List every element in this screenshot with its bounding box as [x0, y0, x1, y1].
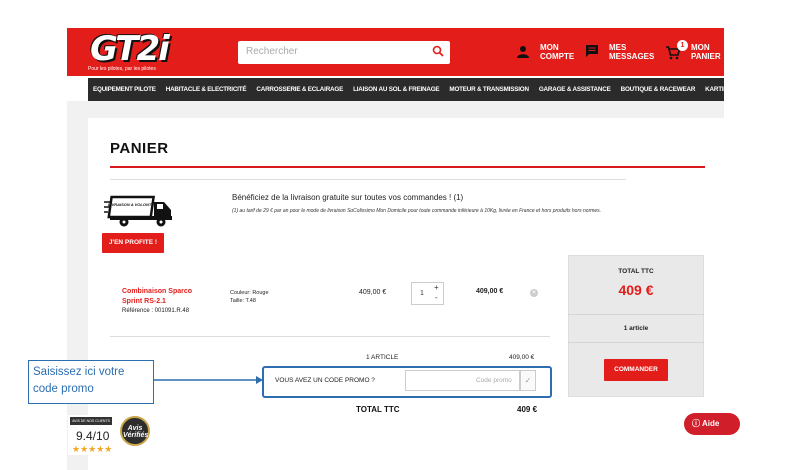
nav-item-garage[interactable]: GARAGE & ASSISTANCE — [534, 86, 616, 93]
promo-apply-button[interactable]: ✓ — [520, 370, 536, 391]
quantity-stepper[interactable] — [411, 282, 444, 305]
account-link[interactable]: MON COMPTE — [540, 43, 574, 61]
promo-code-placeholder: Code promo — [476, 377, 512, 384]
message-icon[interactable] — [585, 44, 599, 58]
verified-seal-text: Avis Vérifiés — [123, 425, 149, 439]
free-delivery-note: (1) au tarif de 29 € par an pour le mode… — [232, 208, 602, 214]
callout-arrow-icon — [154, 376, 263, 384]
summary-total-value: 409 € — [618, 282, 654, 298]
site-logo[interactable]: GT2i — [90, 29, 170, 69]
nav-item-karting[interactable]: KARTING — [700, 86, 737, 93]
reviews-stars: ★★★★★ — [72, 444, 113, 454]
truck-label: LIVRAISON A VOLONTÉ — [108, 202, 154, 207]
title-underline — [110, 166, 705, 168]
nav-item-carrosserie[interactable]: CARROSSERIE & ECLAIRAGE — [251, 86, 348, 93]
product-name-link[interactable]: Combinaison Sparco Sprint RS-2.1 — [122, 287, 212, 307]
search-placeholder: Rechercher — [246, 46, 298, 57]
remove-item-icon[interactable]: ✕ — [530, 289, 538, 297]
cart-link[interactable]: MON PANIER — [691, 43, 721, 61]
nav-item-moteur[interactable]: MOTEUR & TRANSMISSION — [444, 86, 533, 93]
product-attributes: Couleur: Rouge Taille: T.48 — [230, 289, 269, 305]
product-unit-price: 409,00 € — [359, 289, 387, 296]
cart-label-1: MON — [691, 43, 710, 52]
articles-label: 1 ARTICLE — [366, 354, 399, 361]
grand-total-value: 409 € — [517, 405, 538, 414]
page-title: PANIER — [110, 140, 169, 157]
divider — [110, 336, 550, 337]
main-nav: EQUIPEMENT PILOTE HABITACLE & ELECTRICIT… — [88, 78, 733, 101]
grand-total-label: TOTAL TTC — [356, 405, 400, 414]
checkout-button[interactable]: COMMANDER — [604, 359, 668, 381]
messages-label-2: MESSAGES — [609, 52, 655, 61]
summary-article-count: 1 article — [623, 325, 649, 332]
subscribe-delivery-button[interactable]: J'EN PROFITE ! — [102, 233, 164, 253]
free-delivery-title: Bénéficiez de la livraison gratuite sur … — [232, 193, 464, 202]
help-icon: ⓘ — [692, 419, 702, 428]
nav-item-liaison[interactable]: LIAISON AU SOL & FREINAGE — [348, 86, 444, 93]
help-label: Aide — [701, 419, 720, 428]
quantity-decrease-button[interactable]: - — [435, 293, 438, 302]
reviews-score: 9.4/10 — [76, 429, 110, 443]
account-label-2: COMPTE — [540, 52, 575, 61]
nav-item-boutique[interactable]: BOUTIQUE & RACEWEAR — [616, 86, 701, 93]
annotation-callout: Saisissez ici votre code promo — [28, 360, 154, 404]
summary-divider — [568, 342, 704, 343]
promo-code-label: VOUS AVEZ UN CODE PROMO ? — [275, 377, 375, 384]
product-color: Couleur: Rouge — [230, 290, 269, 296]
cart-label-2: PANIER — [691, 52, 721, 61]
quantity-value[interactable]: 1 — [420, 290, 424, 297]
summary-divider — [568, 314, 704, 315]
messages-link[interactable]: MES MESSAGES — [609, 43, 654, 61]
product-reference: Référence : 001091.R.48 — [122, 308, 190, 314]
quantity-increase-button[interactable]: + — [434, 283, 439, 292]
help-button[interactable]: ⓘ Aide — [684, 413, 740, 435]
articles-value: 409,00 € — [509, 354, 535, 361]
logo-tagline: Pour les pilotes, par les pilotes — [88, 66, 156, 72]
summary-total-label: TOTAL TTC — [618, 268, 654, 275]
search-icon[interactable] — [432, 45, 444, 57]
product-total-price: 409,00 € — [476, 288, 504, 295]
nav-item-habitacle[interactable]: HABITACLE & ELECTRICITÉ — [161, 86, 252, 93]
divider — [110, 179, 626, 180]
user-icon[interactable] — [516, 45, 530, 59]
reviews-header: AVIS DE NOS CLIENTS — [70, 417, 112, 425]
account-label-1: MON — [540, 43, 559, 52]
nav-item-equipement[interactable]: EQUIPEMENT PILOTE — [88, 86, 161, 93]
messages-label-1: MES — [609, 43, 627, 52]
product-size: Taille: T.48 — [230, 298, 256, 304]
delivery-truck-icon: LIVRAISON A VOLONTÉ — [104, 195, 172, 227]
cart-count-badge: 1 — [677, 40, 688, 51]
